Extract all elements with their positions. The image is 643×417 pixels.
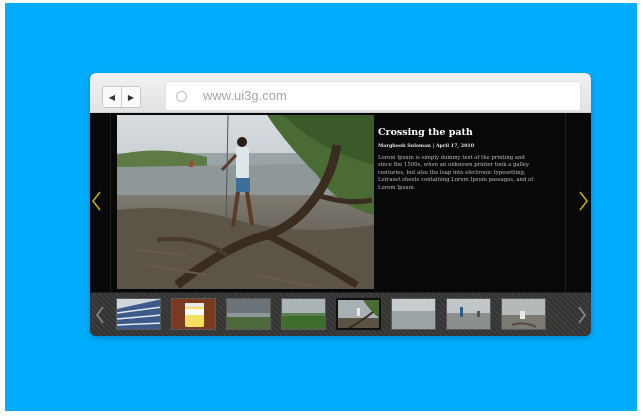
thumbnail-1[interactable]: [116, 298, 161, 330]
thumbs-next-arrow-icon[interactable]: [576, 305, 588, 325]
slideshow-stage: Crossing the path Marghoob Suleman | Apr…: [90, 113, 591, 292]
slide-meta: Marghoob Suleman | April 17, 2010: [378, 143, 540, 149]
stage-divider-right: [565, 113, 566, 292]
thumbnail-5[interactable]: [336, 298, 381, 330]
thumbnail-strip: [90, 292, 591, 336]
page-circle-icon: [176, 91, 187, 102]
address-bar[interactable]: www.ui3g.com: [165, 81, 581, 111]
thumbnail-2[interactable]: [171, 298, 216, 330]
slide-photo: [117, 115, 374, 289]
url-text: www.ui3g.com: [203, 88, 287, 103]
meta-separator: |: [432, 143, 435, 149]
right-triangle-icon: ▶: [127, 92, 135, 102]
forward-button[interactable]: ▶: [121, 87, 140, 107]
slide-caption: Crossing the path Marghoob Suleman | Apr…: [378, 127, 540, 192]
left-triangle-icon: ◀: [108, 92, 116, 102]
thumbs-prev-arrow-icon[interactable]: [94, 305, 106, 325]
nav-buttons: ◀ ▶: [102, 86, 141, 108]
stage-divider-left: [110, 113, 111, 292]
thumbnail-7[interactable]: [446, 298, 491, 330]
thumbnail-6[interactable]: [391, 298, 436, 330]
prev-slide-arrow-icon[interactable]: [90, 190, 104, 212]
slide-title: Crossing the path: [378, 127, 473, 138]
browser-window: ◀ ▶ www.ui3g.com Crossing the path Margh…: [90, 73, 591, 336]
slide-author: Marghoob Suleman: [378, 143, 431, 149]
thumbnail-8[interactable]: [501, 298, 546, 330]
back-button[interactable]: ◀: [103, 87, 121, 107]
next-slide-arrow-icon[interactable]: [576, 190, 590, 212]
thumbnail-4[interactable]: [281, 298, 326, 330]
thumbnail-3[interactable]: [226, 298, 271, 330]
browser-toolbar: ◀ ▶ www.ui3g.com: [90, 73, 591, 113]
slide-description: Lorem Ipsum is simply dummy text of the …: [378, 155, 534, 191]
slide-date: April 17, 2010: [435, 143, 475, 149]
